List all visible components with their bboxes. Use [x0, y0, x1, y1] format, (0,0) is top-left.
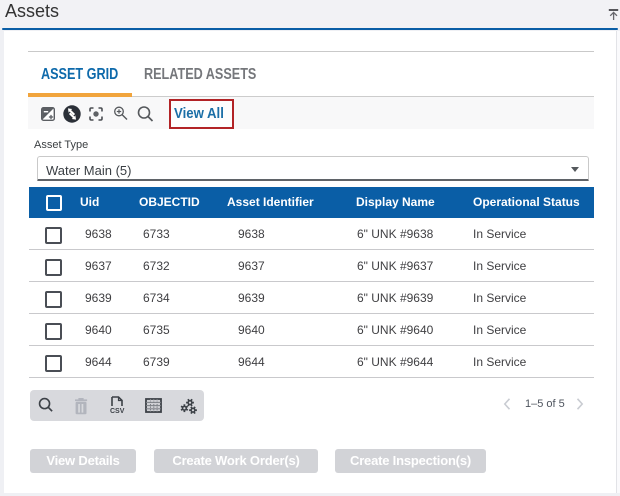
- svg-text:CSV: CSV: [110, 408, 125, 414]
